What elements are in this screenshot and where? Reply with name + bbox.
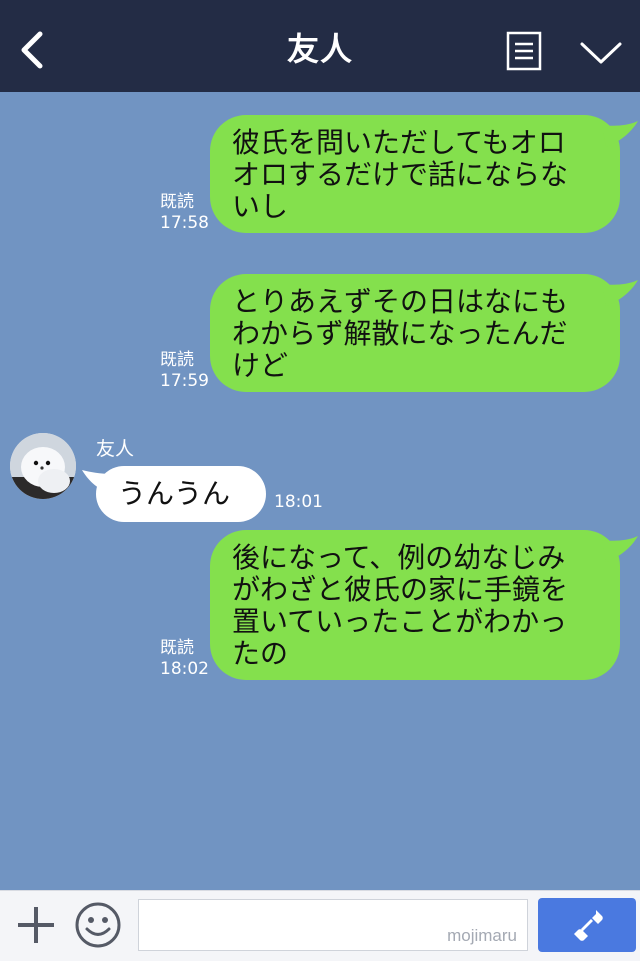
watermark-text: mojimaru xyxy=(447,926,517,945)
incoming-message[interactable]: うんうん xyxy=(82,466,266,522)
chat-title: 友人 xyxy=(286,30,353,68)
read-receipt: 既読 xyxy=(160,192,194,212)
message-line: がわざと彼氏の家に手鏡を xyxy=(232,573,569,606)
message-time: 18:02 xyxy=(160,659,209,679)
message-meta: 既読 17:59 xyxy=(160,350,209,392)
sender-name: 友人 xyxy=(96,438,135,460)
message-line: わからず解散になったんだ xyxy=(232,317,568,350)
message-line: たの xyxy=(232,637,289,670)
call-button[interactable] xyxy=(538,898,636,952)
message-time: 18:01 xyxy=(274,492,323,512)
message-meta: 既読 17:58 xyxy=(160,192,209,234)
message-line: いし xyxy=(232,190,289,223)
message-line: けど xyxy=(232,349,289,382)
bubble-tail xyxy=(602,280,638,306)
message-input-bar: mojimaru xyxy=(0,890,640,961)
friend-avatar[interactable] xyxy=(10,433,76,499)
message-time: 17:58 xyxy=(160,213,209,233)
chevron-down-icon[interactable] xyxy=(578,38,624,68)
read-receipt: 既読 xyxy=(160,638,194,658)
chat-area[interactable]: 彼氏を問いただしてもオロ オロするだけで話にならな いし 既読 17:58 とり… xyxy=(0,92,640,890)
read-receipt: 既読 xyxy=(160,350,194,370)
message-line: 彼氏を問いただしてもオロ xyxy=(232,126,566,159)
message-line: オロするだけで話にならな xyxy=(232,158,569,191)
chat-header: 友人 xyxy=(0,0,640,92)
outgoing-message[interactable]: 後になって、例の幼なじみ がわざと彼氏の家に手鏡を 置いていったことがわかっ た… xyxy=(210,530,638,680)
message-line: とりあえずその日はなにも xyxy=(232,285,569,318)
message-line: 後になって、例の幼なじみ xyxy=(232,541,566,574)
outgoing-message[interactable]: とりあえずその日はなにも わからず解散になったんだ けど xyxy=(210,274,638,392)
bubble-tail xyxy=(82,470,112,494)
message-time: 17:59 xyxy=(160,371,209,391)
bubble-tail xyxy=(602,536,638,562)
message-line: 置いていったことがわかっ xyxy=(232,605,568,638)
message-meta: 既読 18:02 xyxy=(160,638,209,680)
message-input-field[interactable]: mojimaru xyxy=(138,899,528,951)
outgoing-message[interactable]: 彼氏を問いただしてもオロ オロするだけで話にならな いし xyxy=(210,115,638,233)
smiley-icon[interactable] xyxy=(74,901,122,949)
bubble-tail xyxy=(602,121,638,147)
phone-icon xyxy=(574,910,603,941)
plus-icon[interactable] xyxy=(16,905,56,945)
bird-avatar-image xyxy=(10,433,76,499)
notes-icon[interactable] xyxy=(506,31,542,71)
message-text: うんうん xyxy=(118,477,231,510)
